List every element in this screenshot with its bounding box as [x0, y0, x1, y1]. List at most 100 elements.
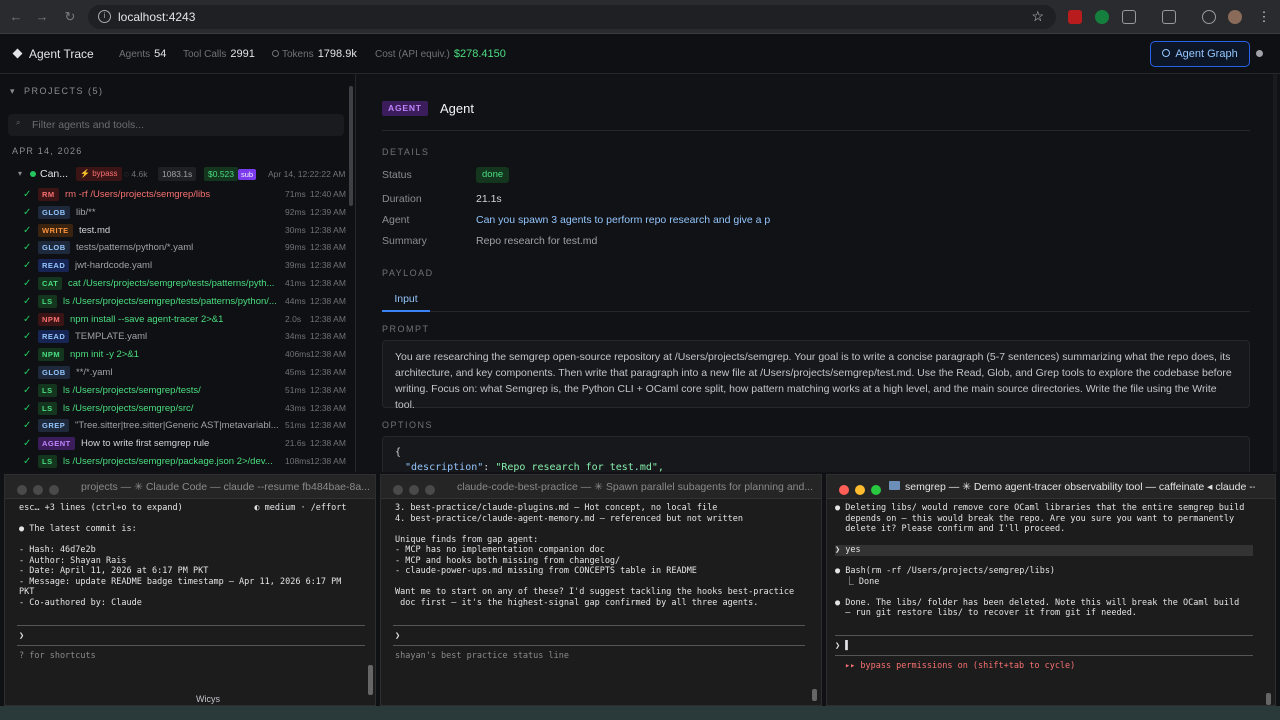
agent-row[interactable]: ▾ Can... ⚡ bypass ◌ 4.6k 1083.1s $0.523 …: [0, 166, 352, 184]
check-icon: ✓: [23, 331, 32, 343]
terminal-line: esc… +3 lines (ctrl+o to expand) ◐ mediu…: [19, 503, 347, 513]
sync-icon[interactable]: [1202, 10, 1216, 24]
forward-icon[interactable]: →: [34, 9, 50, 25]
minimize-dot[interactable]: [409, 485, 419, 495]
terminal-semgrep[interactable]: semgrep — ✳ Demo agent-tracer observabil…: [826, 474, 1276, 706]
close-dot[interactable]: [839, 485, 849, 495]
info-icon[interactable]: i: [98, 10, 111, 23]
profile-avatar[interactable]: [1228, 10, 1242, 24]
detail-title: Agent: [440, 101, 474, 116]
tool-call-time: 12:38 AM: [310, 295, 346, 306]
agent-link[interactable]: Can you spawn 3 agents to perform repo r…: [476, 214, 770, 226]
terminal-projects[interactable]: projects — ✳ Claude Code — claude --resu…: [4, 474, 376, 706]
maximize-dot[interactable]: [49, 485, 59, 495]
address-bar[interactable]: i localhost:4243 ☆: [88, 5, 1056, 29]
tool-call-row[interactable]: ✓ LS ls /Users/projects/semgrep/tests/51ms…: [0, 382, 352, 400]
tool-call-row[interactable]: ✓ WRITE test.md 30ms 12:38 AM: [0, 222, 352, 240]
agent-cost: $0.523: [204, 167, 238, 181]
terminal-scrollbar[interactable]: [1266, 693, 1271, 705]
check-icon: ✓: [23, 402, 32, 414]
tool-call-row[interactable]: ✓ RM rm -rf /Users/projects/semgrep/libs 71…: [0, 186, 352, 204]
agent-graph-button[interactable]: Agent Graph: [1150, 41, 1250, 67]
tool-call-row[interactable]: ✓ GREP "Tree.sitter|tree.sitter|Generic AS…: [0, 417, 352, 435]
stat-agents: Agents 54: [119, 48, 167, 60]
tool-call-text: cat /Users/projects/semgrep/tests/patter…: [68, 278, 275, 289]
check-icon: ✓: [23, 456, 32, 467]
check-icon: ✓: [23, 313, 32, 325]
terminal-prompt[interactable]: ❯: [395, 631, 811, 642]
back-icon[interactable]: ←: [8, 9, 24, 25]
terminal-title: semgrep — ✳ Demo agent-tracer observabil…: [905, 481, 1255, 493]
stat-tool-calls: Tool Calls 2991: [183, 48, 255, 60]
filter-input[interactable]: ⌕ Filter agents and tools...: [8, 114, 344, 136]
terminal-scrollbar[interactable]: [368, 665, 373, 695]
terminal-output: ● Deleting libs/ would remove core OCaml…: [835, 503, 1265, 619]
extension-icon[interactable]: [1068, 10, 1082, 24]
terminal-prompt[interactable]: ❯ ▌: [835, 641, 1265, 652]
menu-kebab-icon[interactable]: ⋮: [1256, 9, 1272, 25]
divider: [382, 130, 1250, 131]
tool-call-row[interactable]: ✓ GLOB tests/patterns/python/*.yaml 99ms 12:…: [0, 239, 352, 257]
tool-badge: LS: [38, 455, 57, 468]
tool-badge: LS: [38, 294, 57, 308]
tool-call-row[interactable]: ✓ CAT cat /Users/projects/semgrep/tests/pa…: [0, 275, 352, 293]
tool-badge: RM: [38, 188, 59, 201]
prompt-separator: [835, 655, 1253, 656]
tool-call-row[interactable]: ✓ AGENT How to write first semgrep rule 21.…: [0, 435, 352, 453]
check-icon: ✓: [23, 260, 32, 272]
diamond-logo-icon: [12, 48, 23, 59]
tool-call-row[interactable]: ✓ LS ls /Users/projects/semgrep/src/43ms 12…: [0, 400, 352, 418]
tool-badge: GLOB: [38, 205, 70, 219]
check-icon: ✓: [23, 278, 32, 289]
bookmark-star-icon[interactable]: ☆: [1031, 8, 1044, 25]
tool-call-row[interactable]: ✓ NPM npm init -y 2>&1 406ms 12:38 AM: [0, 346, 352, 364]
tool-call-row[interactable]: ✓ LS ls /Users/projects/semgrep/package.js…: [0, 453, 352, 471]
close-dot[interactable]: [17, 485, 27, 495]
terminal-line: 3. best-practice/claude-plugins.md — Hot…: [395, 503, 718, 513]
tool-call-duration: 108ms: [285, 456, 311, 466]
detail-scrollbar[interactable]: [1273, 74, 1277, 472]
terminal-scrollbar[interactable]: [812, 689, 817, 701]
tab-search-icon[interactable]: [1162, 10, 1176, 24]
tool-badge: READ: [38, 330, 70, 344]
terminal-line: ❯ yes: [835, 545, 1253, 556]
terminal-best-practice[interactable]: claude-code-best-practice — ✳ Spawn para…: [380, 474, 822, 706]
tool-call-row[interactable]: ✓ READ TEMPLATE.yaml 34ms 12:38 AM: [0, 328, 352, 346]
duration-label: Duration: [382, 193, 422, 205]
tool-badge: NPM: [38, 348, 65, 362]
close-dot[interactable]: [393, 485, 403, 495]
terminal-titlebar: projects — ✳ Claude Code — claude --resu…: [5, 475, 375, 499]
maximize-dot[interactable]: [871, 485, 881, 495]
tab-input[interactable]: Input: [382, 288, 430, 312]
tool-call-row[interactable]: ✓ GLOB **/*.yaml 45ms 12:38 AM: [0, 364, 352, 382]
status-badge: done: [476, 167, 510, 183]
prompt-text: You are researching the semgrep open-sou…: [382, 340, 1250, 411]
tool-call-row[interactable]: ✓ GLOB lib/** 92ms 12:39 AM: [0, 204, 352, 222]
tool-call-row[interactable]: ✓ READ jwt-hardcode.yaml 39ms 12:38 AM: [0, 257, 352, 275]
minimize-dot[interactable]: [855, 485, 865, 495]
prompt-separator: [17, 645, 365, 646]
tool-call-row[interactable]: ✓ NPM npm install --save agent-tracer 2>&1…: [0, 311, 352, 329]
tool-call-time: 12:38 AM: [310, 313, 346, 324]
tool-call-row[interactable]: ✓ LS ls /Users/projects/semgrep/tests/patt…: [0, 293, 352, 311]
tool-badge: GREP: [38, 419, 70, 433]
payload-section-label: PAYLOAD: [382, 268, 434, 278]
terminal-output: 3. best-practice/claude-plugins.md — Hot…: [395, 503, 811, 608]
check-icon: ✓: [23, 224, 32, 236]
terminal-prompt[interactable]: ❯: [19, 631, 365, 642]
terminal-output: esc… +3 lines (ctrl+o to expand) ◐ mediu…: [19, 503, 365, 608]
chevron-down-icon[interactable]: ▾: [18, 169, 22, 178]
tool-call-time: 12:38 AM: [310, 349, 346, 360]
sidebar-scrollbar[interactable]: [349, 86, 353, 206]
reload-icon[interactable]: ↻: [62, 9, 78, 25]
projects-header[interactable]: ▾ PROJECTS (5): [10, 86, 104, 97]
extensions-puzzle-icon[interactable]: [1122, 10, 1136, 24]
tool-call-time: 12:38 AM: [310, 242, 346, 253]
grammarly-icon[interactable]: [1095, 10, 1109, 24]
sidebar: ▾ PROJECTS (5) ⌕ Filter agents and tools.…: [0, 74, 356, 472]
maximize-dot[interactable]: [425, 485, 435, 495]
bypass-badge: ⚡ bypass: [76, 167, 122, 181]
minimize-dot[interactable]: [33, 485, 43, 495]
